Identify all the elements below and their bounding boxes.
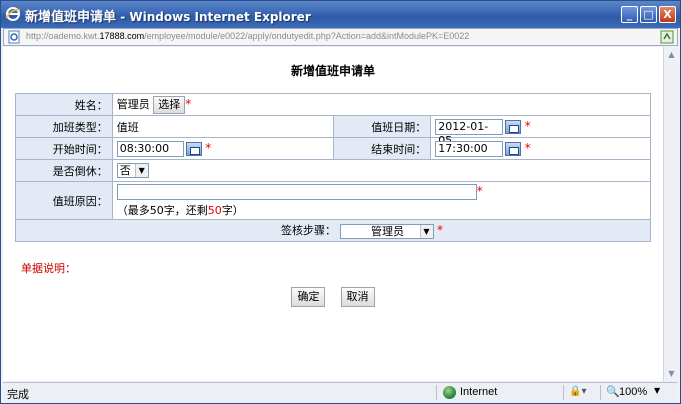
form-actions: 确定 取消	[3, 285, 663, 307]
ie-window: 新增值班申请单 - Windows Internet Explorer _ □ …	[0, 0, 681, 404]
vertical-scrollbar[interactable]: ▲ ▼	[663, 47, 678, 381]
form-row-type: 加班类型： 值班 值班日期： 2012-01-05 *	[15, 115, 651, 147]
start-time-input[interactable]: 08:30:00	[116, 140, 184, 157]
zoom-icon[interactable]: 🔍	[606, 385, 620, 398]
start-time-label: 开始时间：	[15, 137, 113, 160]
duty-date-input[interactable]: 2012-01-05	[435, 118, 504, 147]
chevron-down-icon: ▼	[134, 164, 148, 177]
calendar-icon[interactable]	[185, 141, 202, 156]
calendar-icon[interactable]	[505, 119, 522, 134]
calendar-icon[interactable]	[505, 141, 522, 156]
remark-label: 单据说明：	[21, 262, 76, 275]
select-user-button[interactable]: 选择	[153, 95, 186, 114]
type-value: 值班	[111, 115, 335, 138]
end-time-label: 结束时间：	[333, 137, 432, 160]
status-text: 完成	[7, 388, 29, 401]
name-label: 姓名：	[15, 93, 113, 116]
address-bar[interactable]: http://oademo.kwt.17888.com/employee/mod…	[3, 28, 678, 46]
required-mark: *	[524, 118, 531, 133]
status-bar: 完成 Internet 🔒▾ 🔍 100% ▼	[3, 382, 678, 402]
rest-label: 是否倒休：	[15, 159, 113, 182]
form-title: 新增值班申请单	[290, 64, 375, 78]
security-zone[interactable]: Internet	[460, 386, 497, 398]
apply-form: 姓名： 管理员 选择* 加班类型： 值班 值班日期： 2012-01-05 * …	[15, 93, 652, 242]
chevron-down-icon[interactable]: ▼	[654, 386, 660, 395]
required-mark: *	[476, 183, 483, 198]
reason-input[interactable]	[116, 183, 477, 200]
protected-mode-icon[interactable]: 🔒▾	[569, 386, 586, 397]
close-button[interactable]: X	[659, 6, 676, 23]
form-row-time: 开始时间： 08:30:00 * 结束时间： 17:30:00 *	[15, 137, 651, 160]
form-row-reason: 值班原因： * （最多50字，还剩50字）	[15, 181, 652, 220]
globe-icon	[443, 386, 456, 399]
type-label: 加班类型：	[15, 115, 113, 138]
scroll-down-icon[interactable]: ▼	[666, 369, 677, 378]
rest-select-value: 否	[119, 164, 131, 177]
form-row-rest: 是否倒休： 否 ▼	[15, 159, 652, 182]
chevron-down-icon: ▼	[419, 224, 433, 238]
ie-logo-icon	[5, 7, 21, 21]
scroll-up-icon[interactable]: ▲	[666, 50, 677, 59]
title-bar[interactable]: 新增值班申请单 - Windows Internet Explorer _ □ …	[1, 1, 680, 28]
confirm-button[interactable]: 确定	[291, 287, 326, 307]
form-row-name: 姓名： 管理员 选择 *	[15, 93, 652, 116]
form-row-step: 签核步骤： 管理员 ▼ *	[15, 219, 651, 242]
end-time-input[interactable]: 17:30:00	[435, 140, 504, 157]
required-mark: *	[205, 140, 212, 155]
compatibility-view-icon[interactable]	[660, 30, 674, 44]
minimize-button[interactable]: _	[621, 6, 638, 23]
reason-hint: （最多50字，还剩50字）	[116, 203, 244, 217]
maximize-button[interactable]: □	[640, 6, 657, 23]
chars-left: 50	[207, 203, 222, 217]
window-title: 新增值班申请单 - Windows Internet Explorer	[25, 10, 311, 25]
date-label: 值班日期：	[333, 115, 432, 138]
required-mark: *	[437, 223, 443, 238]
page-content: 新增值班申请单 姓名： 管理员 选择 * 加班类型： 值班 值班日期： 2012-…	[3, 47, 663, 381]
rest-select[interactable]: 否 ▼	[116, 163, 149, 178]
step-select-value: 管理员	[371, 224, 404, 238]
required-mark: *	[185, 96, 192, 111]
reason-label: 值班原因：	[15, 181, 113, 220]
name-value: 管理员	[116, 97, 150, 111]
page-icon	[8, 30, 20, 44]
step-select[interactable]: 管理员 ▼	[339, 223, 434, 239]
cancel-button[interactable]: 取消	[340, 287, 375, 307]
url-text[interactable]: http://oademo.kwt.17888.com/employee/mod…	[26, 31, 469, 41]
step-label: 签核步骤：	[281, 224, 336, 238]
required-mark: *	[524, 140, 531, 155]
zoom-level[interactable]: 100%	[619, 386, 647, 398]
